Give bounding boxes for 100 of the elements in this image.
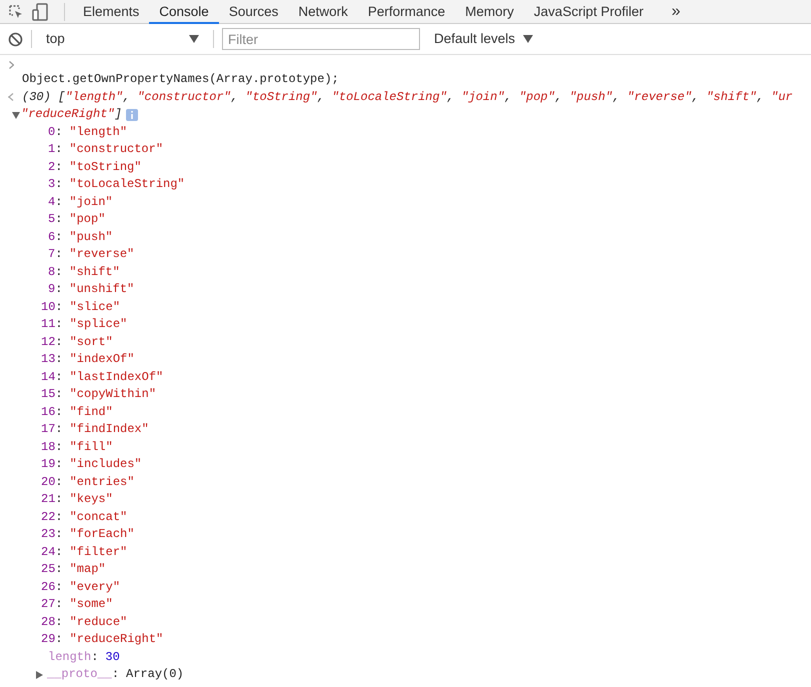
property-value: "entries" xyxy=(70,474,134,490)
panel-tab[interactable]: Elements xyxy=(73,0,150,24)
colon-separator: : xyxy=(55,474,63,490)
result-chevron-icon xyxy=(8,93,14,102)
property-key: 22 xyxy=(41,508,56,526)
property-value: "unshift" xyxy=(69,281,134,298)
colon-separator: : xyxy=(55,246,62,263)
colon-separator: : xyxy=(55,124,62,140)
colon-separator: : xyxy=(55,211,62,228)
colon-separator: : xyxy=(55,631,63,648)
expand-triangle-icon[interactable] xyxy=(35,671,43,679)
property-key: 14 xyxy=(41,368,56,386)
panel-tab[interactable]: Network xyxy=(288,0,358,24)
colon-separator: : xyxy=(55,368,63,386)
property-value: "filter" xyxy=(70,544,128,560)
colon-separator: : xyxy=(55,281,62,298)
property-value: "keys" xyxy=(70,491,113,508)
property-value: "shift" xyxy=(69,264,120,280)
array-preview-continued: "reduceRight"] xyxy=(21,106,122,123)
property-key: 2 xyxy=(48,158,56,176)
property-key: 29 xyxy=(41,631,56,648)
property-value: "includes" xyxy=(70,456,142,473)
property-key: 9 xyxy=(48,281,56,298)
colon-separator: : xyxy=(55,141,62,158)
panel-tab[interactable]: Sources xyxy=(218,0,288,24)
caret-icon xyxy=(523,35,534,43)
length-value: 30 xyxy=(105,648,120,666)
property-key: 25 xyxy=(41,561,56,578)
property-value: "join" xyxy=(69,194,113,210)
property-value: "concat" xyxy=(70,508,128,526)
filter-input[interactable]: Filter xyxy=(222,28,420,50)
colon-separator: : xyxy=(55,596,63,613)
collapse-triangle-icon[interactable] xyxy=(12,111,20,119)
colon-separator: : xyxy=(55,544,63,560)
property-key: 13 xyxy=(41,351,56,368)
property-value: "lastIndexOf" xyxy=(70,368,164,386)
colon-separator: : xyxy=(55,298,63,316)
colon-separator: : xyxy=(55,404,63,420)
array-preview[interactable]: (30) ["length", "constructor", "toString", "toLocaleString", "join", "pop", "push", "reverse", "shift", "ur xyxy=(22,88,793,106)
property-key: 15 xyxy=(41,386,56,404)
property-value: "slice" xyxy=(70,298,120,316)
panel-tab[interactable]: Console xyxy=(149,0,219,24)
property-value: "sort" xyxy=(70,334,113,350)
property-key: 20 xyxy=(41,474,56,491)
property-key: 18 xyxy=(41,438,56,456)
property-key: 23 xyxy=(41,526,56,544)
context-select[interactable]: top xyxy=(40,28,205,50)
property-key: 24 xyxy=(41,544,56,561)
caret-icon xyxy=(189,35,199,43)
colon-separator: : xyxy=(55,526,63,543)
property-key: 28 xyxy=(41,614,56,631)
colon-separator: : xyxy=(55,264,62,280)
panel-tab[interactable]: Memory xyxy=(455,0,524,24)
colon-separator: : xyxy=(55,491,63,508)
prompt-chevron-icon xyxy=(8,61,14,69)
property-key: 11 xyxy=(41,316,56,334)
panel-tab[interactable]: JavaScript Profiler xyxy=(524,0,654,24)
panel-tab[interactable]: Performance xyxy=(358,0,456,24)
colon-separator: : xyxy=(91,648,98,666)
colon-separator: : xyxy=(55,578,63,596)
colon-separator: : xyxy=(55,176,62,193)
property-key: 17 xyxy=(41,421,56,438)
property-value: "reduce" xyxy=(70,614,128,630)
colon-separator: : xyxy=(55,421,63,438)
property-key: 3 xyxy=(48,176,56,194)
property-value: "some" xyxy=(70,596,113,613)
property-key: 19 xyxy=(41,456,56,474)
property-key: 27 xyxy=(41,596,56,614)
info-icon xyxy=(126,106,138,124)
property-value: "forEach" xyxy=(70,526,134,543)
property-key: 7 xyxy=(48,246,56,264)
property-key: 6 xyxy=(48,228,56,246)
colon-separator: : xyxy=(55,561,63,578)
property-value: "constructor" xyxy=(69,141,164,158)
property-key: 10 xyxy=(41,298,56,316)
colon-separator: : xyxy=(55,158,62,176)
property-key: 1 xyxy=(48,141,56,158)
property-value: "toString" xyxy=(69,158,142,176)
property-value: "indexOf" xyxy=(70,351,134,368)
property-key: 16 xyxy=(41,404,56,421)
proto-value: Array(0) xyxy=(126,666,184,683)
property-key: 0 xyxy=(48,124,56,141)
colon-separator: : xyxy=(55,334,63,350)
property-key: 8 xyxy=(48,264,56,281)
more-tabs-button[interactable]: » xyxy=(661,0,690,24)
property-key: 5 xyxy=(48,211,56,228)
property-value: "map" xyxy=(70,561,106,578)
colon-separator: : xyxy=(55,614,63,630)
property-value: "fill" xyxy=(70,438,113,456)
property-value: "reduceRight" xyxy=(70,631,164,648)
property-value: "every" xyxy=(70,578,120,596)
property-value: "toLocaleString" xyxy=(69,176,185,193)
colon-separator: : xyxy=(55,228,62,246)
property-value: "reverse" xyxy=(69,246,134,263)
colon-separator: : xyxy=(55,351,63,368)
colon-separator: : xyxy=(112,666,120,683)
colon-separator: : xyxy=(55,508,63,526)
property-value: "length" xyxy=(69,124,128,140)
property-value: "push" xyxy=(69,228,113,246)
levels-dropdown[interactable]: Default levels xyxy=(428,28,540,50)
